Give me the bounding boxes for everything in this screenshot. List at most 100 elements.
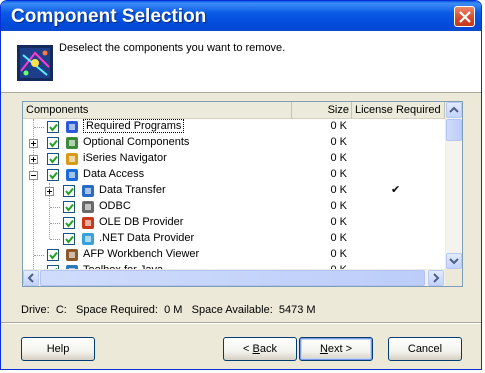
component-size: 0 K [330,168,347,180]
tree-line [34,127,44,128]
net-data-provider-icon [80,231,96,247]
component-name: Data Access [83,168,145,180]
list-item[interactable]: AFP Workbench Viewer 0 K [23,247,445,263]
scroll-down-button[interactable] [446,253,462,269]
component-checkbox[interactable] [63,201,75,213]
divider [1,322,481,324]
optional-components-icon [64,135,80,151]
component-checkbox[interactable] [63,185,75,197]
license-required-mark: ✔ [391,184,401,196]
data-transfer-icon [80,183,96,199]
odbc-icon [80,199,96,215]
component-checkbox[interactable] [47,249,59,261]
tree-line [50,239,60,240]
checkmark-icon [49,251,58,260]
horizontal-scrollbar[interactable] [23,269,445,286]
back-button[interactable]: < Back [223,337,297,361]
chevron-down-icon [449,258,459,265]
list-item[interactable]: ODBC 0 K [23,199,445,215]
horizontal-scroll-thumb[interactable] [40,270,425,286]
expand-icon[interactable] [45,187,54,196]
list-item[interactable]: .NET Data Provider 0 K [23,231,445,247]
help-button[interactable]: Help [21,337,95,361]
component-name: Optional Components [83,136,190,148]
component-size: 0 K [330,232,347,244]
checkmark-icon [49,171,58,180]
component-name: .NET Data Provider [99,232,195,244]
component-checkbox[interactable] [47,169,59,181]
components-graphic-icon [17,45,53,81]
chevron-right-icon [433,273,440,283]
data-access-icon [64,167,80,183]
component-name: ODBC [99,200,131,212]
component-checkbox[interactable] [63,233,75,245]
list-header: Components Size License Required [23,102,445,119]
component-size: 0 K [330,184,347,196]
list-item[interactable]: iSeries Navigator 0 K [23,151,445,167]
disk-space-status: Drive: C: Space Required: 0 M Space Avai… [21,304,316,316]
iseries-navigator-icon [64,151,80,167]
column-header-license[interactable]: License Required [352,102,445,119]
checkmark-icon [65,187,74,196]
component-size: 0 K [330,152,347,164]
list-item[interactable]: Optional Components 0 K [23,135,445,151]
component-size: 0 K [330,216,347,228]
checkmark-icon [65,235,74,244]
list-item[interactable]: Data Access 0 K [23,167,445,183]
tree-line [50,223,60,224]
component-size: 0 K [330,200,347,212]
scroll-left-button[interactable] [23,270,39,286]
required-programs-icon [64,119,80,135]
component-checkbox[interactable] [63,217,75,229]
list-item[interactable]: OLE DB Provider 0 K [23,215,445,231]
component-checkbox[interactable] [47,137,59,149]
component-name: Data Transfer [99,184,166,196]
tree-line [50,207,60,208]
column-header-components[interactable]: Components [23,102,292,119]
checkmark-icon [49,139,58,148]
component-size: 0 K [330,136,347,148]
expand-icon[interactable] [29,139,38,148]
component-size: 0 K [330,120,347,132]
instruction-text: Deselect the components you want to remo… [59,42,286,54]
space-required-label: Space Required: [76,304,158,316]
component-checkbox[interactable] [47,121,59,133]
component-name: Required Programs [83,119,185,133]
list-item[interactable]: Data Transfer 0 K ✔ [23,183,445,199]
list-rows: Required Programs 0 K Optional Components 0… [23,119,445,270]
close-button[interactable] [454,6,475,27]
component-name: AFP Workbench Viewer [83,248,200,260]
close-icon [459,11,471,23]
list-item[interactable]: Required Programs 0 K [23,119,445,135]
title-bar[interactable]: Component Selection [1,1,481,31]
collapse-icon[interactable] [29,171,38,180]
column-header-size[interactable]: Size [292,102,352,119]
component-name: iSeries Navigator [83,152,167,164]
component-name: OLE DB Provider [99,216,184,228]
vertical-scrollbar[interactable] [445,102,462,270]
afp-workbench-viewer-icon [64,247,80,263]
next-button[interactable]: Next > [299,337,373,361]
expand-icon[interactable] [29,155,38,164]
vertical-scroll-thumb[interactable] [446,119,462,141]
space-required-value: 0 M [164,304,183,316]
checkmark-icon [65,219,74,228]
space-available-value: 5473 M [278,304,316,316]
component-size: 0 K [330,248,347,260]
ole-db-provider-icon [80,215,96,231]
scroll-right-button[interactable] [428,270,444,286]
scroll-up-button[interactable] [446,102,462,118]
components-list[interactable]: Components Size License Required Require… [22,101,463,287]
component-selection-dialog: Component Selection Deselect the compone… [0,0,482,370]
header-panel: Deselect the components you want to remo… [1,31,481,93]
window-title: Component Selection [11,6,207,27]
chevron-up-icon [449,106,459,113]
checkmark-icon [65,203,74,212]
tree-line [34,255,44,256]
space-available-label: Space Available: [191,304,273,316]
cancel-button[interactable]: Cancel [388,337,462,361]
component-checkbox[interactable] [47,153,59,165]
chevron-left-icon [27,273,34,283]
drive-value: C: [55,304,67,316]
drive-label: Drive: [21,304,50,316]
